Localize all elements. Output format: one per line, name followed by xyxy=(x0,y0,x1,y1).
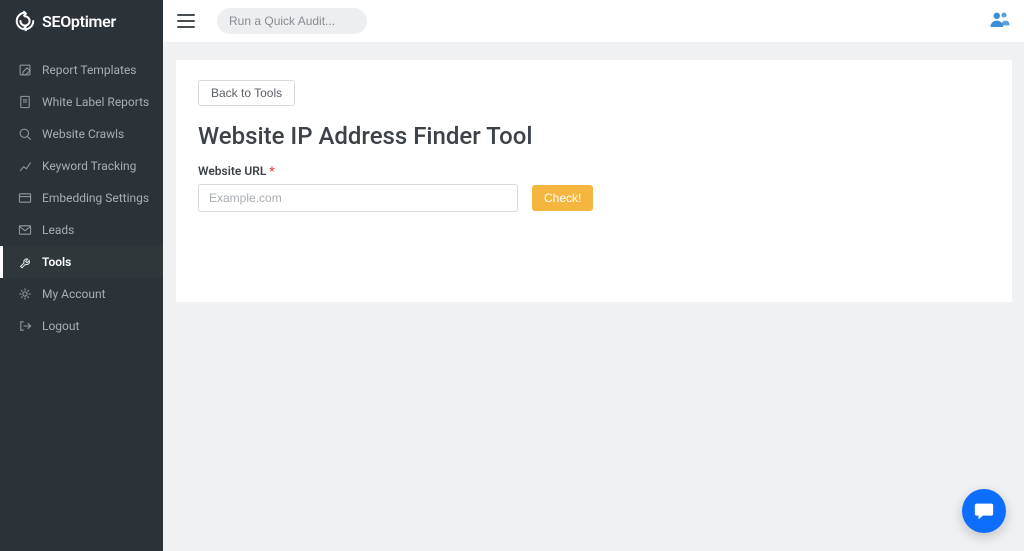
required-mark: * xyxy=(269,164,274,178)
sidebar-item-website-crawls[interactable]: Website Crawls xyxy=(0,118,163,150)
content-card: Back to Tools Website IP Address Finder … xyxy=(176,60,1012,302)
sidebar-item-label: Leads xyxy=(42,223,74,237)
logo[interactable]: SEOptimer xyxy=(0,0,163,42)
logout-icon xyxy=(18,319,32,333)
sidebar-item-keyword-tracking[interactable]: Keyword Tracking xyxy=(0,150,163,182)
sidebar-item-label: White Label Reports xyxy=(42,95,149,109)
logo-icon xyxy=(14,10,36,32)
topbar xyxy=(163,0,1024,42)
logo-text: SEOptimer xyxy=(42,12,116,31)
gear-icon xyxy=(18,287,32,301)
sidebar-item-label: Keyword Tracking xyxy=(42,159,136,173)
page-title: Website IP Address Finder Tool xyxy=(198,122,990,150)
sidebar-item-tools[interactable]: Tools xyxy=(0,246,163,278)
chat-widget-button[interactable] xyxy=(962,489,1006,533)
document-icon xyxy=(18,95,32,109)
menu-toggle-icon[interactable] xyxy=(177,14,195,28)
sidebar-item-logout[interactable]: Logout xyxy=(0,310,163,342)
sidebar: SEOptimer Report Templates White Label Re… xyxy=(0,0,163,551)
quick-audit-search[interactable] xyxy=(217,8,367,34)
quick-audit-input[interactable] xyxy=(229,14,384,28)
topbar-right xyxy=(990,11,1010,31)
website-url-label: Website URL * xyxy=(198,164,990,178)
mail-icon xyxy=(18,223,32,237)
embed-icon xyxy=(18,191,32,205)
sidebar-item-my-account[interactable]: My Account xyxy=(0,278,163,310)
chart-icon xyxy=(18,159,32,173)
sidebar-item-label: My Account xyxy=(42,287,106,301)
users-icon[interactable] xyxy=(990,11,1010,27)
sidebar-item-label: Logout xyxy=(42,319,79,333)
field-label-text: Website URL xyxy=(198,164,266,178)
sidebar-item-report-templates[interactable]: Report Templates xyxy=(0,54,163,86)
sidebar-item-leads[interactable]: Leads xyxy=(0,214,163,246)
sidebar-item-label: Tools xyxy=(42,255,71,269)
chat-icon xyxy=(973,500,995,522)
input-row: Check! xyxy=(198,184,990,212)
edit-icon xyxy=(18,63,32,77)
search-icon xyxy=(18,127,32,141)
sidebar-item-white-label-reports[interactable]: White Label Reports xyxy=(0,86,163,118)
sidebar-item-label: Website Crawls xyxy=(42,127,124,141)
check-button[interactable]: Check! xyxy=(532,185,593,211)
back-to-tools-button[interactable]: Back to Tools xyxy=(198,80,295,106)
nav-list: Report Templates White Label Reports Websi… xyxy=(0,54,163,342)
sidebar-item-embedding-settings[interactable]: Embedding Settings xyxy=(0,182,163,214)
wrench-icon xyxy=(18,255,32,269)
sidebar-item-label: Report Templates xyxy=(42,63,137,77)
sidebar-item-label: Embedding Settings xyxy=(42,191,149,205)
website-url-input[interactable] xyxy=(198,184,518,212)
